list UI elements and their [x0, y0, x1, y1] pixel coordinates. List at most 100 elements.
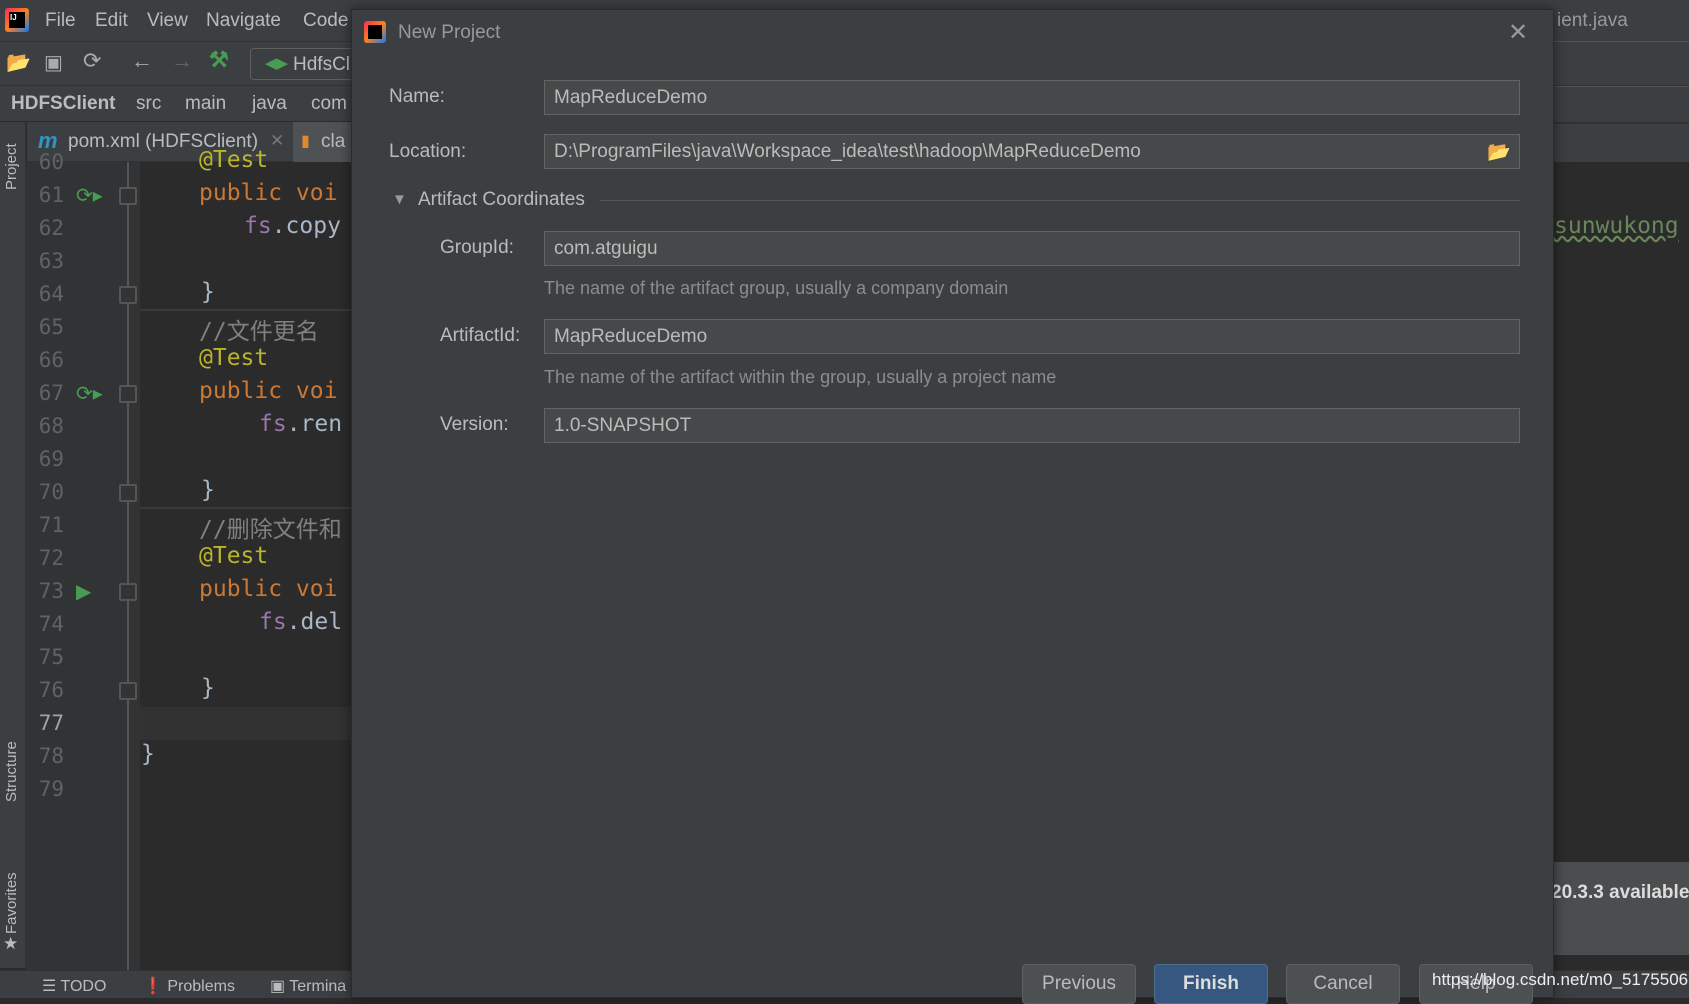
forward-icon[interactable]: →	[171, 48, 193, 74]
version-input[interactable]: 1.0-SNAPSHOT	[544, 408, 1520, 443]
groupid-hint: The name of the artifact group, usually …	[544, 278, 1009, 298]
previous-button[interactable]: Previous	[1022, 964, 1136, 1004]
left-tool-stripe: Project Structure Favorites ★	[0, 122, 26, 968]
code-line: }	[141, 741, 155, 767]
project-tool-button[interactable]: Project	[3, 143, 20, 190]
save-icon[interactable]: ▣	[44, 50, 63, 75]
artifactid-value: MapReduceDemo	[554, 326, 708, 347]
notification-text: 20.3.3 available	[1551, 882, 1689, 903]
name-input[interactable]: MapReduceDemo	[544, 80, 1520, 115]
code-token: public voi	[199, 378, 338, 404]
line-number: 77	[38, 711, 64, 735]
line-number: 75	[38, 645, 64, 669]
breadcrumb-com[interactable]: com	[311, 93, 347, 115]
code-token: public voi	[199, 576, 338, 602]
artifactid-hint: The name of the artifact within the grou…	[544, 367, 1057, 387]
line-number: 79	[38, 777, 64, 801]
run-config-selector[interactable]: ◀▶ HdfsCli	[250, 48, 360, 80]
location-label: Location:	[389, 141, 467, 162]
open-folder-icon[interactable]: 📂	[6, 50, 31, 75]
line-number: 76	[38, 678, 64, 702]
menu-edit[interactable]: Edit	[95, 10, 128, 32]
todo-label: TODO	[60, 978, 107, 995]
code-line: //文件更名	[199, 312, 319, 346]
star-icon: ★	[3, 934, 19, 953]
code-token: //文件更名	[199, 319, 319, 345]
terminal-tool-button[interactable]: ▣ Termina	[270, 976, 346, 996]
line-number: 72	[38, 546, 64, 570]
run-test-icon[interactable]: ⟳▸	[76, 381, 103, 406]
artifactid-input[interactable]: MapReduceDemo	[544, 319, 1520, 354]
breadcrumb-src[interactable]: src	[136, 93, 161, 115]
cancel-button[interactable]: Cancel	[1286, 964, 1400, 1004]
finish-button[interactable]: Finish	[1154, 964, 1268, 1004]
browse-folder-icon[interactable]: 📂	[1487, 140, 1511, 164]
method-separator	[140, 507, 351, 509]
code-token: @Test	[199, 543, 269, 569]
watermark-text: https://blog.csdn.net/m0_51755061	[1432, 970, 1689, 989]
close-tab-icon[interactable]: ✕	[270, 131, 284, 151]
code-string-fragment: sunwukong	[1554, 213, 1679, 239]
line-number: 78	[38, 744, 64, 768]
problems-tool-button[interactable]: ❗ Problems	[143, 976, 235, 996]
menu-file[interactable]: File	[45, 10, 76, 32]
menu-view[interactable]: View	[147, 10, 188, 32]
fold-marker-icon[interactable]	[119, 187, 137, 205]
fold-marker-icon[interactable]	[119, 583, 137, 601]
back-icon[interactable]: ←	[131, 48, 153, 74]
location-input[interactable]: D:\ProgramFiles\java\Workspace_idea\test…	[544, 134, 1520, 169]
close-icon[interactable]: ✕	[1508, 18, 1528, 47]
version-value: 1.0-SNAPSHOT	[554, 415, 692, 436]
run-test-icon[interactable]: ▶	[76, 579, 91, 604]
structure-tool-button[interactable]: Structure	[3, 741, 20, 802]
code-token: }	[141, 741, 155, 767]
current-line-highlight	[140, 707, 351, 740]
breadcrumb-hdfsclient[interactable]: HDFSClient	[11, 93, 116, 115]
line-number: 62	[38, 216, 64, 240]
terminal-label: Termina	[289, 978, 347, 995]
line-number: 70	[38, 480, 64, 504]
fold-marker-icon[interactable]	[119, 682, 137, 700]
tab-hdfsclient-java[interactable]: ient.java	[1557, 10, 1628, 32]
code-line: fs.copy	[244, 213, 341, 239]
code-line: //删除文件和	[199, 510, 342, 544]
code-line: }	[201, 477, 215, 503]
code-line: public voi	[199, 378, 337, 404]
intellij-logo-icon: IJ	[5, 8, 29, 32]
dialog-title: New Project	[398, 22, 501, 43]
code-token: public voi	[199, 180, 338, 206]
fold-marker-icon[interactable]	[119, 286, 137, 304]
line-number: 64	[38, 282, 64, 306]
menu-code[interactable]: Code	[303, 10, 348, 32]
code-token: .copy	[271, 213, 341, 239]
collapse-triangle-icon[interactable]: ▼	[392, 191, 407, 208]
fold-marker-icon[interactable]	[119, 385, 137, 403]
breadcrumb-main[interactable]: main	[185, 93, 226, 115]
code-line: @Test	[199, 147, 268, 173]
line-number: 66	[38, 348, 64, 372]
problems-label: Problems	[167, 978, 235, 995]
groupid-input[interactable]: com.atguigu	[544, 231, 1520, 266]
breadcrumb-java[interactable]: java	[252, 93, 287, 115]
class-file-icon: ▮	[301, 133, 310, 150]
sync-icon[interactable]: ⟳	[83, 48, 101, 74]
fold-marker-icon[interactable]	[119, 484, 137, 502]
artifact-coordinates-header[interactable]: Artifact Coordinates	[418, 189, 585, 211]
todo-tool-button[interactable]: ☰ TODO	[42, 976, 106, 996]
code-line: @Test	[199, 345, 268, 371]
intellij-logo-icon	[364, 21, 386, 43]
build-hammer-icon[interactable]: ⚒	[209, 47, 229, 73]
run-test-icon[interactable]: ⟳▸	[76, 183, 103, 208]
java-class-icon: ◀▶	[265, 55, 289, 72]
tab-class[interactable]: ▮ cla	[293, 122, 353, 162]
favorites-tool-button[interactable]: Favorites	[3, 872, 20, 934]
code-line: fs.del	[259, 609, 342, 635]
location-value: D:\ProgramFiles\java\Workspace_idea\test…	[554, 141, 1141, 162]
name-value: MapReduceDemo	[554, 87, 708, 108]
artifactid-label: ArtifactId:	[440, 325, 521, 346]
line-number: 61	[38, 183, 64, 207]
code-line: }	[201, 279, 215, 305]
update-notification[interactable]: 20.3.3 available	[1551, 862, 1689, 955]
menu-navigate[interactable]: Navigate	[206, 10, 281, 32]
new-project-dialog: New Project ✕ Name: MapReduceDemo Locati…	[351, 9, 1554, 1004]
